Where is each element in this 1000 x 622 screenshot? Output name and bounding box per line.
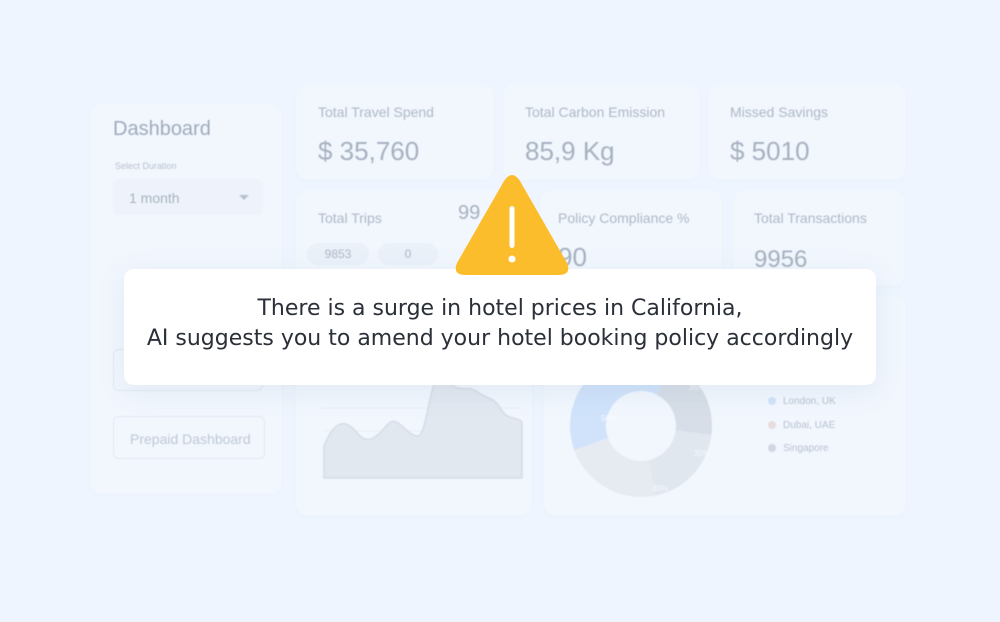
legend-item: London, UK (768, 396, 836, 407)
stat-label: Missed Savings (730, 104, 829, 120)
alert-message-line2: AI suggests you to amend your hotel book… (146, 326, 854, 351)
trip-pill: 0 (378, 243, 438, 265)
duration-select[interactable]: 1 month (113, 179, 263, 215)
legend-label: Singapore (783, 443, 829, 454)
duration-label: Select Duration (115, 161, 177, 171)
stat-label: Total Trips (318, 210, 382, 226)
legend-dot (768, 397, 776, 406)
stat-label: Total Travel Spend (318, 104, 434, 120)
stat-value: $ 35,760 (318, 136, 420, 166)
stat-value: 85,9 Kg (525, 136, 615, 166)
alert-modal: There is a surge in hotel prices in Cali… (124, 269, 876, 385)
legend-label: Dubai, UAE (783, 420, 836, 431)
legend-label: London, UK (783, 396, 836, 407)
stat-label: Policy Compliance % (558, 210, 690, 226)
legend-item: Dubai, UAE (768, 420, 835, 431)
chart-area (323, 373, 523, 479)
duration-value: 1 month (129, 190, 180, 206)
travel-spend-card: Total Travel Spend $ 35,760 (296, 84, 494, 180)
legend-dot (768, 421, 776, 430)
prepaid-dashboard-button[interactable]: Prepaid Dashboard (113, 416, 265, 459)
stat-label: Total Carbon Emission (525, 104, 666, 120)
stat-label: Total Transactions (754, 210, 867, 226)
chevron-down-icon (239, 195, 249, 200)
slice-label: 30% (652, 484, 668, 493)
alert-message-line1: There is a surge in hotel prices in Cali… (257, 296, 743, 321)
slice-label: 58% (601, 414, 617, 423)
prepaid-dashboard-label: Prepaid Dashboard (130, 431, 251, 447)
legend-item: Singapore (768, 443, 829, 454)
dashboard-title: Dashboard (113, 118, 211, 140)
legend-dot (768, 444, 776, 453)
slice-label: 30% (694, 449, 710, 458)
carbon-emission-card: Total Carbon Emission 85,9 Kg (503, 84, 700, 180)
missed-savings-card: Missed Savings $ 5010 (708, 84, 906, 180)
stat-value: $ 5010 (730, 136, 810, 166)
trip-pill: 9853 (307, 243, 369, 265)
warning-icon (455, 175, 569, 275)
